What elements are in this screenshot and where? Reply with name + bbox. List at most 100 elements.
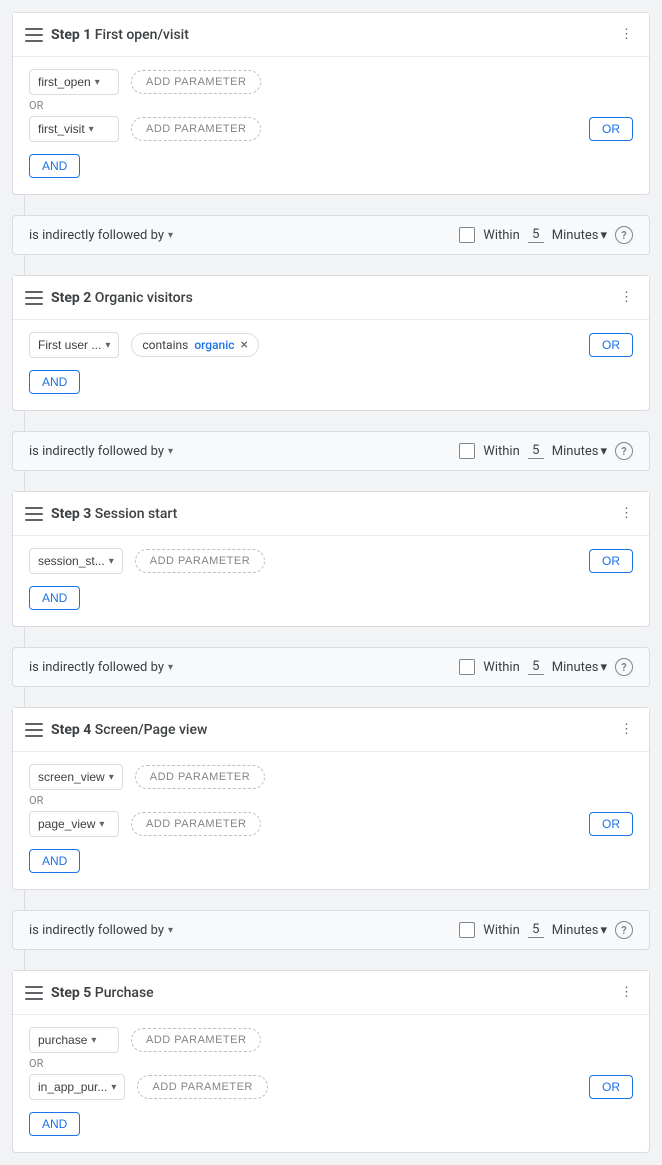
event-row-4-2: page_view ▾ ADD PARAMETER OR	[29, 811, 633, 837]
and-button-1[interactable]: AND	[29, 154, 80, 178]
within-checkbox-1[interactable]	[459, 227, 475, 243]
step-title-2: Step 2 Organic visitors	[51, 290, 616, 306]
within-section-2: Within 5 Minutes ▾ ?	[459, 442, 633, 460]
or-button-5[interactable]: OR	[589, 1075, 633, 1099]
within-unit-select-4[interactable]: Minutes ▾	[552, 923, 607, 938]
add-param-btn-5-0[interactable]: ADD PARAMETER	[131, 1028, 261, 1052]
event-name-btn-first-open[interactable]: first_open ▾	[29, 69, 119, 95]
caret-icon-3: ▾	[109, 556, 114, 567]
connector-select-4[interactable]: is indirectly followed by ▾	[29, 923, 173, 938]
event-name-btn-session[interactable]: session_st... ▾	[29, 548, 123, 574]
add-param-btn-5-1[interactable]: ADD PARAMETER	[137, 1075, 267, 1099]
add-param-btn-4-0[interactable]: ADD PARAMETER	[135, 765, 265, 789]
step-header-4: Step 4 Screen/Page view ⋮	[13, 708, 649, 752]
help-icon-2[interactable]: ?	[615, 442, 633, 460]
unit-caret-3: ▾	[600, 660, 607, 675]
connector-line-1	[24, 195, 25, 215]
step-header-1: Step 1 First open/visit ⋮	[13, 13, 649, 57]
connector-1: is indirectly followed by ▾ Within 5 Min…	[12, 215, 650, 255]
within-unit-select-1[interactable]: Minutes ▾	[552, 228, 607, 243]
step-header-3: Step 3 Session start ⋮	[13, 492, 649, 536]
event-row-1: first_open ▾ ADD PARAMETER	[29, 69, 633, 95]
caret-icon: ▾	[89, 124, 94, 135]
and-button-2[interactable]: AND	[29, 370, 80, 394]
within-section-3: Within 5 Minutes ▾ ?	[459, 658, 633, 676]
or-label-1: OR	[29, 99, 633, 112]
unit-caret-1: ▾	[600, 228, 607, 243]
connector-2: is indirectly followed by ▾ Within 5 Min…	[12, 431, 650, 471]
help-icon-4[interactable]: ?	[615, 921, 633, 939]
step-card-5: Step 5 Purchase ⋮ purchase ▾ ADD PARAMET…	[12, 970, 650, 1153]
within-checkbox-4[interactable]	[459, 922, 475, 938]
step-body-4: screen_view ▾ ADD PARAMETER OR page_view…	[13, 752, 649, 889]
and-button-5[interactable]: AND	[29, 1112, 80, 1136]
event-name-btn-purchase[interactable]: purchase ▾	[29, 1027, 119, 1053]
event-name-btn-in-app-purchase[interactable]: in_app_pur... ▾	[29, 1074, 125, 1100]
step-menu-button-1[interactable]: ⋮	[616, 23, 637, 46]
step-title-5: Step 5 Purchase	[51, 985, 616, 1001]
step-title-4: Step 4 Screen/Page view	[51, 722, 616, 738]
or-button-1[interactable]: OR	[589, 117, 633, 141]
or-button-3[interactable]: OR	[589, 549, 633, 573]
step-card-2: Step 2 Organic visitors ⋮ First user ...…	[12, 275, 650, 411]
step-body-1: first_open ▾ ADD PARAMETER OR first_visi…	[13, 57, 649, 194]
help-icon-1[interactable]: ?	[615, 226, 633, 244]
connector-4: is indirectly followed by ▾ Within 5 Min…	[12, 910, 650, 950]
within-checkbox-3[interactable]	[459, 659, 475, 675]
within-unit-select-2[interactable]: Minutes ▾	[552, 444, 607, 459]
caret-icon-5b: ▾	[111, 1082, 116, 1093]
chip-close-2[interactable]: ×	[241, 338, 248, 352]
connector-caret-4: ▾	[168, 925, 173, 936]
step-menu-button-3[interactable]: ⋮	[616, 502, 637, 525]
step-title-1: Step 1 First open/visit	[51, 27, 616, 43]
step-menu-button-5[interactable]: ⋮	[616, 981, 637, 1004]
add-param-btn-4-1[interactable]: ADD PARAMETER	[131, 812, 261, 836]
or-label-4: OR	[29, 794, 633, 807]
event-row-4-1: screen_view ▾ ADD PARAMETER	[29, 764, 633, 790]
connector-line-6	[24, 687, 25, 707]
connector-line-5	[24, 627, 25, 647]
step-menu-button-4[interactable]: ⋮	[616, 718, 637, 741]
connector-select-1[interactable]: is indirectly followed by ▾	[29, 228, 173, 243]
event-row-5-2: in_app_pur... ▾ ADD PARAMETER OR	[29, 1074, 633, 1100]
and-button-3[interactable]: AND	[29, 586, 80, 610]
step-header-5: Step 5 Purchase ⋮	[13, 971, 649, 1015]
or-button-4[interactable]: OR	[589, 812, 633, 836]
connector-caret-2: ▾	[168, 446, 173, 457]
connector-line-7	[24, 890, 25, 910]
within-unit-select-3[interactable]: Minutes ▾	[552, 660, 607, 675]
add-param-btn-3-0[interactable]: ADD PARAMETER	[135, 549, 265, 573]
add-param-btn-1-0[interactable]: ADD PARAMETER	[131, 70, 261, 94]
within-section-4: Within 5 Minutes ▾ ?	[459, 921, 633, 939]
connector-select-3[interactable]: is indirectly followed by ▾	[29, 660, 173, 675]
event-name-btn-screen-view[interactable]: screen_view ▾	[29, 764, 123, 790]
or-label-5: OR	[29, 1057, 633, 1070]
and-button-4[interactable]: AND	[29, 849, 80, 873]
step-body-2: First user ... ▾ contains organic × OR A…	[13, 320, 649, 410]
unit-caret-4: ▾	[600, 923, 607, 938]
step-card-1: Step 1 First open/visit ⋮ first_open ▾ A…	[12, 12, 650, 195]
event-name-btn-first-user[interactable]: First user ... ▾	[29, 332, 119, 358]
add-param-btn-1-1[interactable]: ADD PARAMETER	[131, 117, 261, 141]
event-row-1-2: first_visit ▾ ADD PARAMETER OR	[29, 116, 633, 142]
event-row-5-1: purchase ▾ ADD PARAMETER	[29, 1027, 633, 1053]
step-menu-button-2[interactable]: ⋮	[616, 286, 637, 309]
event-name-btn-first-visit[interactable]: first_visit ▾	[29, 116, 119, 142]
event-row-3: session_st... ▾ ADD PARAMETER OR	[29, 548, 633, 574]
caret-icon-4b: ▾	[99, 819, 104, 830]
filter-chip-2[interactable]: contains organic ×	[131, 333, 259, 357]
drag-icon-5	[25, 986, 43, 1000]
within-checkbox-2[interactable]	[459, 443, 475, 459]
or-button-2[interactable]: OR	[589, 333, 633, 357]
drag-icon-2	[25, 291, 43, 305]
caret-icon: ▾	[95, 77, 100, 88]
connector-select-2[interactable]: is indirectly followed by ▾	[29, 444, 173, 459]
step-body-3: session_st... ▾ ADD PARAMETER OR AND	[13, 536, 649, 626]
drag-icon-4	[25, 723, 43, 737]
event-name-btn-page-view[interactable]: page_view ▾	[29, 811, 119, 837]
connector-caret-3: ▾	[168, 662, 173, 673]
help-icon-3[interactable]: ?	[615, 658, 633, 676]
connector-line-2	[24, 255, 25, 275]
event-row-2: First user ... ▾ contains organic × OR	[29, 332, 633, 358]
step-title-3: Step 3 Session start	[51, 506, 616, 522]
